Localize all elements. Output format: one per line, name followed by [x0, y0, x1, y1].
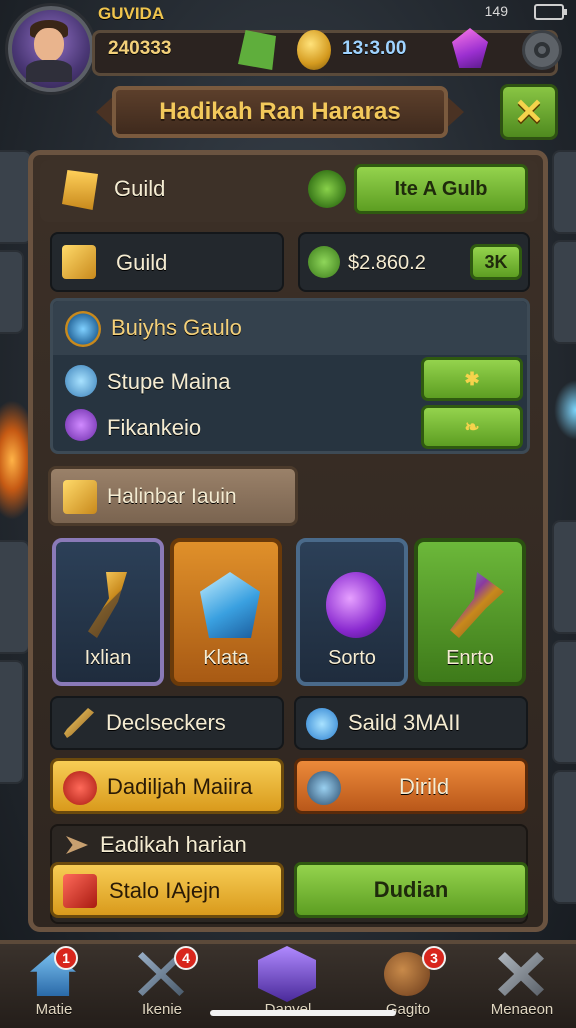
guild-funds-button[interactable]: 3K: [470, 244, 522, 280]
guild-emblem-icon: [308, 170, 346, 208]
info-row-left-label: Declseckers: [106, 710, 226, 735]
guild-funds-box: $2.860.2 3K: [298, 232, 530, 292]
bottom-section-title: Eadikah harian: [100, 832, 247, 857]
guild-section-panel: Buiyhs Gaulo Stupe Maina ✱ Fikankeio ❧: [50, 298, 530, 454]
guild-header-row: Guild Ite A Gulb: [40, 160, 538, 222]
guild-item-label-2: Fikankeio: [107, 415, 202, 440]
item-tile-4[interactable]: Enrto: [414, 538, 526, 686]
gold-shield-icon: [62, 170, 98, 210]
guild-item-button-2[interactable]: ❧: [421, 405, 523, 449]
avatar-face: [34, 28, 64, 62]
crystal-glow: [554, 380, 576, 440]
blue-orb-icon: [306, 708, 338, 740]
info-row-left: Declseckers: [50, 696, 284, 750]
page-title: Hadikah Ran Hararas: [159, 98, 401, 125]
guild-funds-button-label: 3K: [484, 251, 508, 272]
bottom-right-button[interactable]: Dudian: [294, 862, 528, 918]
red-shield-icon: [63, 771, 97, 805]
item-tile-label-4: Enrto: [446, 647, 494, 669]
close-button[interactable]: ✕: [500, 84, 558, 140]
nav-label-battle: Ikenie: [141, 1001, 183, 1018]
bottom-left-button[interactable]: Stalo IAjejn: [50, 862, 284, 918]
guild-funds-amount: $2.860.2: [348, 252, 426, 274]
bottom-left-label: Stalo IAjejn: [109, 878, 221, 903]
item-tile-label-1: Ixlian: [84, 647, 132, 669]
nav-badge-gagito: 3: [422, 946, 446, 970]
home-indicator[interactable]: [210, 1010, 396, 1016]
status-time: 149: [484, 3, 508, 19]
crossed-tools-icon: [498, 952, 544, 996]
nav-item-menu[interactable]: Menaeon: [468, 946, 576, 1024]
nav-badge-home: 1: [54, 946, 78, 970]
avatar-shirt: [26, 60, 72, 82]
crystal-shield-icon: [258, 946, 316, 1002]
inventory-tab[interactable]: Halinbar Iauin: [48, 466, 298, 526]
top-bar: GUVIDA 149 240333 13:3.00: [0, 0, 576, 92]
guild-info-label: Guild: [116, 250, 168, 275]
action-button-right[interactable]: Dirild: [294, 758, 528, 814]
guild-action-label: Ite A Gulb: [394, 177, 488, 200]
inventory-cube-icon: [63, 480, 97, 514]
settings-button[interactable]: [522, 30, 562, 70]
guild-item-label-1: Stupe Maina: [107, 369, 231, 394]
coin-amount: 13:3.00: [342, 38, 407, 59]
player-avatar[interactable]: [8, 6, 94, 92]
compass-icon: [65, 311, 101, 347]
item-tile-label-3: Sorto: [328, 647, 376, 669]
purple-orb-icon: [326, 572, 386, 638]
arrow-icon: [66, 836, 88, 854]
leaf-icon: ❧: [464, 416, 480, 437]
magnifier-icon: [65, 365, 97, 397]
steel-orb-icon: [307, 771, 341, 805]
nav-label-menu: Menaeon: [490, 1001, 554, 1018]
star-icon: ✱: [464, 368, 480, 389]
inventory-tab-label: Halinbar Iauin: [107, 485, 237, 508]
player-name: GUVIDA: [98, 4, 165, 23]
nav-label-home: Matie: [35, 1001, 73, 1018]
info-row-right-label: Saild 3MAII: [348, 710, 461, 735]
item-tile-label-2: Klata: [203, 647, 249, 669]
guild-item-button-1[interactable]: ✱: [421, 357, 523, 401]
green-leaf-coin-icon: [308, 246, 340, 278]
guild-header-label: Guild: [114, 176, 166, 201]
guild-section-title: Buiyhs Gaulo: [111, 315, 242, 340]
sword-icon: [64, 708, 94, 738]
guild-action-button[interactable]: Ite A Gulb: [354, 164, 528, 214]
green-hammer-icon: [450, 572, 504, 638]
bottom-right-label: Dudian: [373, 877, 449, 902]
action-left-label: Dadiljah Maiira: [107, 774, 253, 799]
gold-coin-icon[interactable]: [297, 30, 331, 70]
battery-icon: [534, 4, 567, 20]
golden-hammer-icon: [88, 572, 127, 638]
gold-amount: 240333: [108, 38, 172, 59]
guild-info-left: Guild: [50, 232, 284, 292]
guild-section-header: Buiyhs Gaulo: [53, 301, 527, 355]
nav-item-home[interactable]: 1 Matie: [0, 946, 108, 1024]
info-row-right: Saild 3MAII: [294, 696, 528, 750]
action-button-left[interactable]: Dadiljah Maiira: [50, 758, 284, 814]
title-banner: Hadikah Ran Hararas: [112, 86, 448, 138]
nav-badge-battle: 4: [174, 946, 198, 970]
action-right-label: Dirild: [399, 774, 450, 799]
nav-item-battle[interactable]: 4 Ikenie: [108, 946, 216, 1024]
blue-crystal-icon: [200, 572, 260, 638]
item-tile-3[interactable]: Sorto: [296, 538, 408, 686]
item-tile-1[interactable]: Ixlian: [52, 538, 164, 686]
purple-gear-icon: [65, 409, 97, 441]
guild-crest-icon: [62, 245, 96, 279]
red-cube-icon: [63, 874, 97, 908]
item-tile-2[interactable]: Klata: [170, 538, 282, 686]
